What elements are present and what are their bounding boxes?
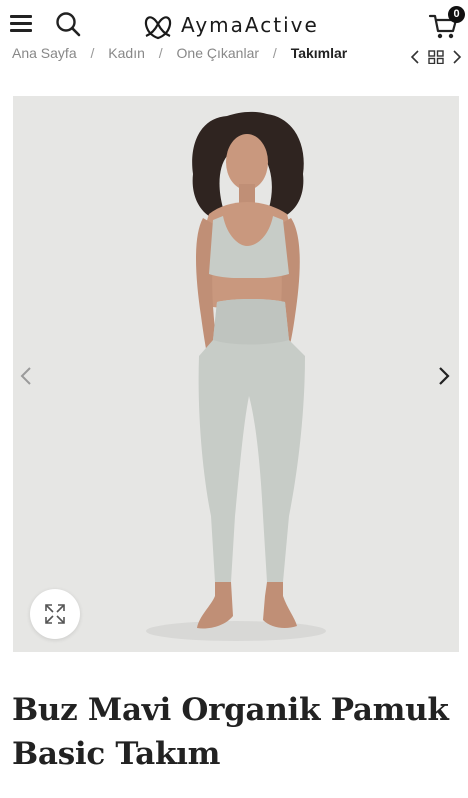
breadcrumb-item-featured[interactable]: Öne Çıkanlar: [177, 48, 259, 61]
brand-name: AymaActive: [181, 13, 319, 37]
breadcrumb: Ana Sayfa / Kadın / Öne Çıkanlar / Takım…: [0, 48, 468, 66]
breadcrumb-separator: /: [272, 48, 277, 61]
brand-logo[interactable]: AymaActive: [141, 8, 319, 42]
image-zoom-button[interactable]: [30, 589, 80, 639]
breadcrumb-item-home[interactable]: Ana Sayfa: [12, 48, 77, 61]
site-header: AymaActive 0: [0, 0, 468, 48]
gallery-prev-button[interactable]: [18, 366, 34, 386]
shopping-cart-icon[interactable]: 0: [428, 6, 466, 42]
breadcrumb-item-women[interactable]: Kadın: [108, 48, 145, 61]
product-nav-controls: [404, 48, 462, 66]
product-title-line1: Buz Mavi Organik Pamuk: [12, 692, 449, 728]
search-icon[interactable]: [54, 10, 82, 38]
brand-mark-icon: [144, 16, 172, 40]
grid-icon[interactable]: [428, 50, 444, 64]
product-title: Buz Mavi Organik Pamuk Basic Takım: [12, 688, 456, 776]
cart-count-badge: 0: [448, 6, 465, 23]
chevron-right-icon: [439, 367, 450, 385]
product-image[interactable]: [13, 96, 459, 652]
breadcrumb-item-sets[interactable]: Takımlar: [291, 48, 348, 61]
breadcrumb-separator: /: [158, 48, 163, 61]
product-photo: [13, 96, 459, 652]
expand-icon: [45, 604, 65, 624]
gallery-next-button[interactable]: [436, 366, 452, 386]
chevron-right-icon[interactable]: [452, 50, 462, 64]
hamburger-menu-icon[interactable]: [10, 14, 32, 34]
chevron-left-icon[interactable]: [410, 50, 420, 64]
breadcrumb-separator: /: [90, 48, 95, 61]
chevron-left-icon: [20, 367, 31, 385]
product-title-line2: Basic Takım: [12, 736, 221, 772]
